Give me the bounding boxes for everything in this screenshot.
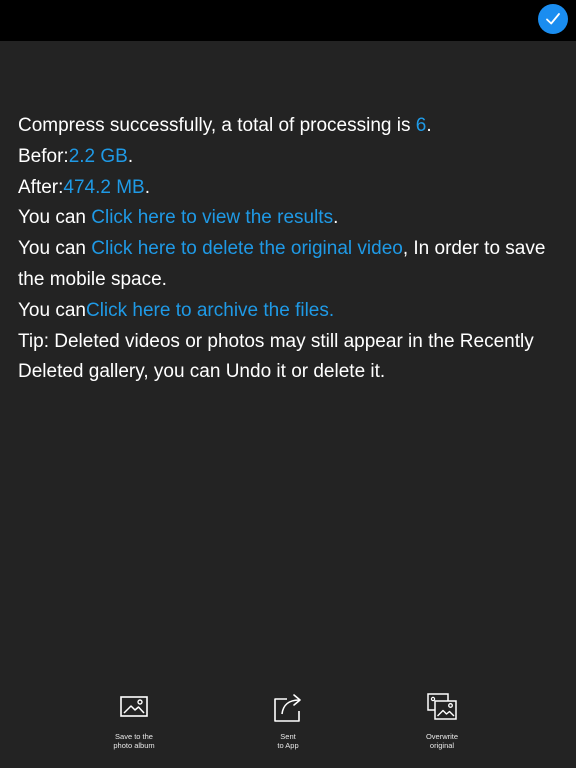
- view-period: .: [333, 207, 339, 229]
- view-prefix: You can: [18, 207, 92, 229]
- archive-prefix: You can: [18, 299, 86, 321]
- overwrite-original-label: Overwrite original: [425, 732, 459, 750]
- view-results-line: You can Click here to view the results.: [18, 203, 558, 234]
- save-to-album-label: Save to the photo album: [113, 732, 155, 750]
- delete-original-link[interactable]: Click here to delete the original video: [91, 238, 403, 259]
- after-size-line: After:474.2 MB.: [18, 173, 558, 204]
- send-to-app-label: Sent to App: [277, 732, 299, 750]
- summary-line: Compress successfully, a total of proces…: [18, 111, 558, 142]
- summary-period: .: [426, 115, 432, 136]
- view-results-link[interactable]: Click here to view the results: [91, 207, 333, 228]
- archive-files-link[interactable]: Click here to archive the files.: [86, 300, 334, 321]
- after-size-value: 474.2 MB: [63, 176, 145, 198]
- total-count: 6: [415, 115, 427, 136]
- overwrite-original-button[interactable]: Overwrite original: [392, 690, 492, 750]
- send-to-app-button[interactable]: Sent to App: [238, 690, 338, 750]
- after-period: .: [144, 176, 151, 198]
- top-bar: [0, 0, 576, 41]
- before-period: .: [127, 145, 134, 167]
- bottom-action-bar: Save to the photo album Sent to App Over…: [0, 690, 576, 768]
- save-to-album-button[interactable]: Save to the photo album: [84, 690, 184, 750]
- done-button[interactable]: [538, 4, 568, 34]
- delete-prefix: You can: [18, 238, 92, 260]
- tip-text: Tip: Deleted videos or photos may still …: [18, 330, 534, 383]
- overwrite-photos-icon: [425, 690, 459, 724]
- share-icon: [271, 690, 305, 724]
- before-size-value: 2.2 GB: [68, 145, 128, 167]
- delete-original-line: You can Click here to delete the origina…: [18, 234, 558, 296]
- after-label: After:: [18, 176, 64, 198]
- photo-album-icon: [119, 690, 149, 724]
- before-size-line: Befor:2.2 GB.: [18, 142, 558, 173]
- summary-text: Compress successfully, a total of proces…: [18, 115, 416, 136]
- result-message: Compress successfully, a total of proces…: [18, 111, 558, 388]
- archive-line: You canClick here to archive the files.: [18, 296, 558, 327]
- before-label: Befor:: [18, 145, 69, 167]
- checkmark-icon: [546, 13, 560, 25]
